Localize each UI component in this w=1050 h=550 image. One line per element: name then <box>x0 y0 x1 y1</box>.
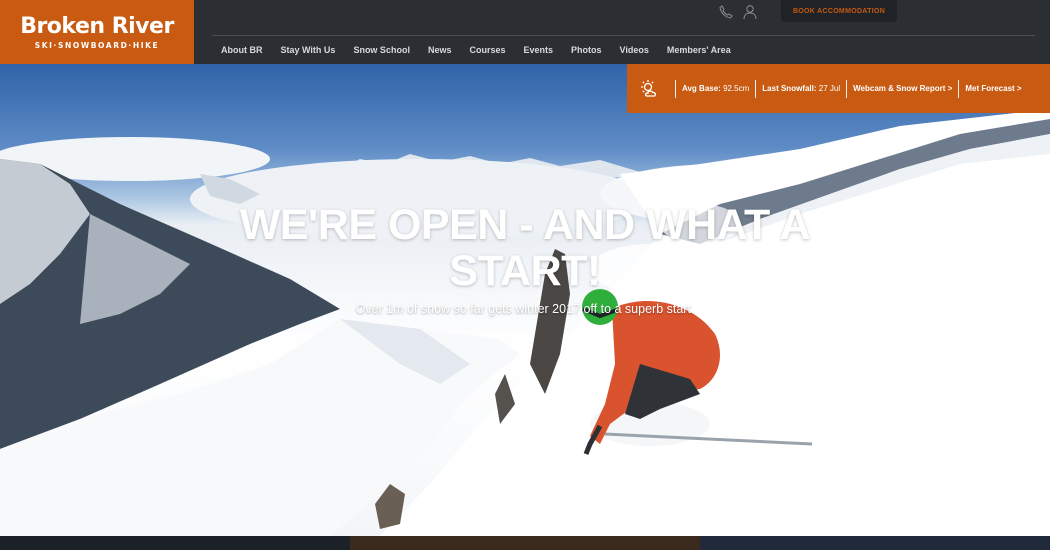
hero-image <box>0 109 1050 536</box>
next-section-preview <box>0 536 1050 550</box>
nav-item-videos[interactable]: Videos <box>611 44 658 56</box>
logo-title: Broken River <box>20 13 174 39</box>
met-forecast-link[interactable]: Met Forecast > <box>965 84 1021 93</box>
preview-tile <box>350 536 700 550</box>
webcam-snow-report-link[interactable]: Webcam & Snow Report > <box>853 84 952 93</box>
phone-icon[interactable] <box>718 4 734 20</box>
avg-base-value: 92.5cm <box>723 84 750 93</box>
nav-item-events[interactable]: Events <box>514 44 562 56</box>
book-accommodation-button[interactable]: BOOK ACCOMMODATION <box>781 0 897 22</box>
site-header: Broken River SKI·SNOWBOARD·HIKE BOOK ACC… <box>0 0 1050 64</box>
avg-base-reading: Avg Base: 92.5cm <box>682 84 749 93</box>
last-snowfall-label: Last Snowfall: <box>762 84 817 93</box>
conditions-divider <box>846 79 848 98</box>
snow-conditions-bar: Avg Base: 92.5cm Last Snowfall: 27 Jul W… <box>627 64 1050 113</box>
nav-item-courses[interactable]: Courses <box>460 44 514 56</box>
hero-banner: WE'RE OPEN - AND WHAT A START! Over 1m o… <box>0 64 1050 536</box>
user-icon[interactable] <box>742 4 758 20</box>
preview-tile <box>700 536 1050 550</box>
nav-item-about-br[interactable]: About BR <box>212 44 272 56</box>
nav-item-photos[interactable]: Photos <box>562 44 611 56</box>
partly-cloudy-icon <box>639 78 661 100</box>
conditions-divider <box>958 79 960 98</box>
nav-item-members-area[interactable]: Members' Area <box>658 44 740 56</box>
conditions-divider <box>675 79 676 98</box>
header-divider <box>212 35 1035 36</box>
webcam-link-label: Webcam & Snow Report > <box>853 84 953 93</box>
site-logo[interactable]: Broken River SKI·SNOWBOARD·HIKE <box>0 0 194 64</box>
hero-headline[interactable]: WE'RE OPEN - AND WHAT A START! <box>225 202 825 294</box>
nav-item-snow-school[interactable]: Snow School <box>344 44 419 56</box>
hero-subline: Over 1m of snow so far gets winter 2017 … <box>355 302 695 316</box>
utility-icons <box>718 4 758 20</box>
last-snowfall-reading: Last Snowfall: 27 Jul <box>762 84 840 93</box>
main-nav: About BR Stay With Us Snow School News C… <box>212 44 740 56</box>
logo-tagline: SKI·SNOWBOARD·HIKE <box>34 40 160 50</box>
preview-tile <box>0 536 350 550</box>
conditions-divider <box>755 79 757 98</box>
nav-item-stay-with-us[interactable]: Stay With Us <box>272 44 345 56</box>
avg-base-label: Avg Base: <box>682 84 721 93</box>
last-snowfall-value: 27 Jul <box>818 84 841 93</box>
nav-item-news[interactable]: News <box>419 44 461 56</box>
forecast-link-label: Met Forecast > <box>965 84 1022 93</box>
